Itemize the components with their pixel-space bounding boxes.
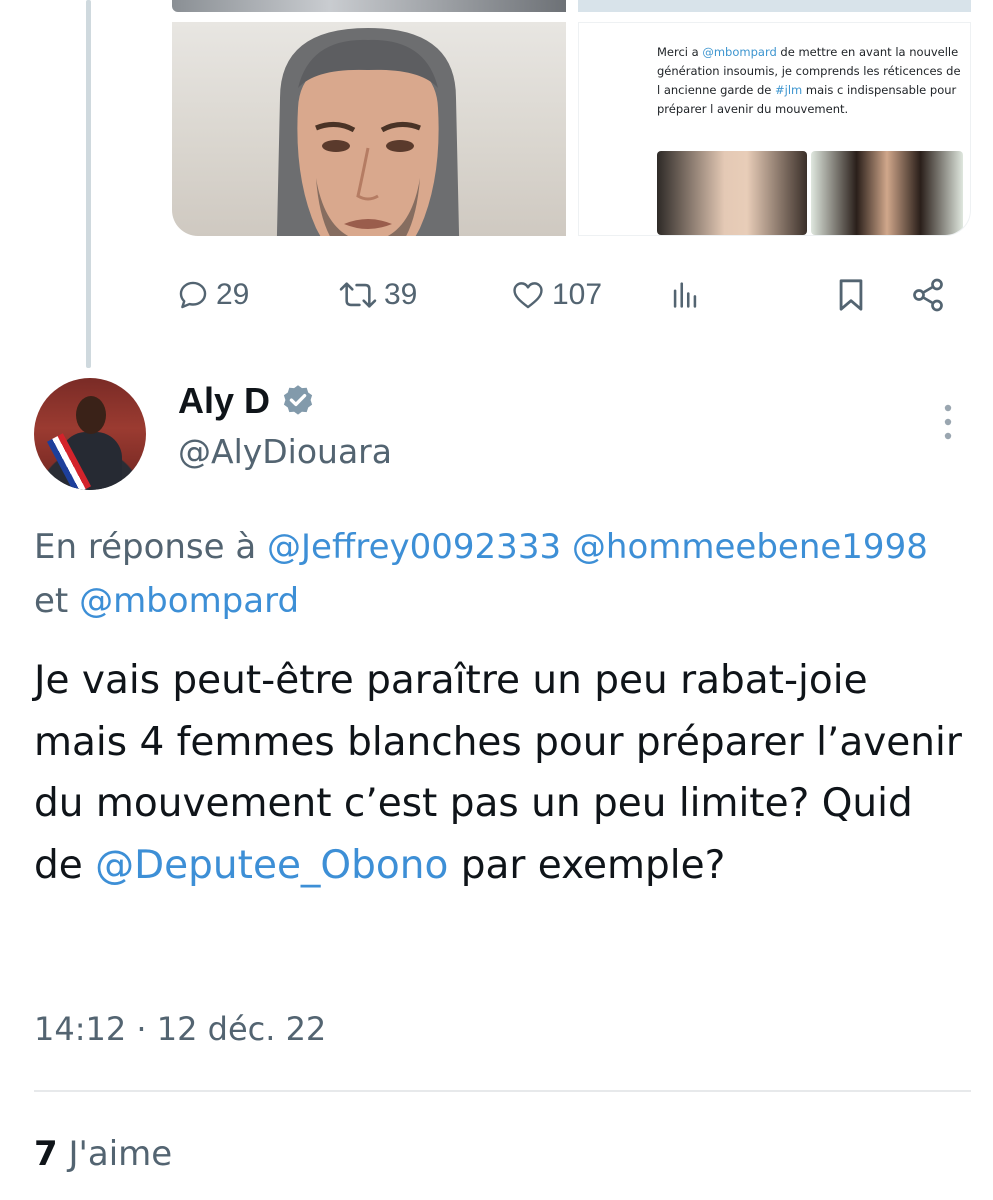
media-image-portrait[interactable]	[172, 22, 566, 236]
screenshot-photo-2	[811, 151, 963, 235]
share-button[interactable]	[910, 270, 946, 320]
divider	[34, 1090, 971, 1092]
tweet-mention-obono[interactable]: @Deputee_Obono	[95, 843, 448, 888]
reply-connector: et	[34, 581, 80, 621]
share-icon	[913, 278, 943, 312]
tweet-text-tail: par exemple?	[448, 842, 726, 888]
reply-mention-hommeebene[interactable]: @hommeebene1998	[572, 527, 928, 567]
retweet-button[interactable]: 39	[338, 270, 417, 320]
reply-prefix: En réponse à	[34, 527, 268, 567]
verified-badge-icon	[283, 385, 313, 415]
avatar-head	[76, 396, 106, 434]
media-image-top-left[interactable]	[172, 0, 566, 12]
like-icon	[513, 282, 543, 309]
media-image-screenshot[interactable]: Merci a @mbompard de mettre en avant la …	[578, 22, 971, 236]
parent-tweet-media-grid[interactable]: Merci a @mbompard de mettre en avant la …	[172, 0, 971, 244]
bookmark-button[interactable]	[834, 270, 868, 320]
likes-summary[interactable]: 7 J'aime	[34, 1134, 172, 1174]
thread-connector-line	[86, 0, 91, 368]
bookmark-icon	[839, 279, 863, 311]
views-icon	[673, 282, 697, 308]
author-handle[interactable]: @AlyDiouara	[178, 432, 392, 471]
screenshot-photo-1	[657, 151, 807, 235]
like-button[interactable]: 107	[510, 270, 602, 320]
media-image-top-right[interactable]	[578, 0, 971, 12]
author-name-row: Aly D	[178, 380, 316, 422]
reply-button[interactable]: 29	[176, 270, 249, 320]
tweet-text: Je vais peut-être paraître un peu rabat-…	[34, 650, 964, 896]
likes-label: J'aime	[57, 1134, 173, 1174]
reply-mention-jeffrey[interactable]: @Jeffrey0092333	[267, 527, 561, 567]
like-count: 107	[552, 278, 603, 311]
parent-tweet-action-bar: 29 39 107	[172, 270, 952, 320]
screenshot-tweet-text: Merci a @mbompard de mettre en avant la …	[657, 45, 961, 116]
retweet-icon	[339, 282, 377, 308]
retweet-count: 39	[384, 278, 418, 311]
likes-count: 7	[34, 1134, 58, 1174]
reply-icon	[179, 281, 207, 309]
reply-mention-mbompard[interactable]: @mbompard	[79, 581, 299, 621]
reply-count: 29	[216, 278, 250, 311]
avatar[interactable]	[34, 378, 146, 490]
portrait-photo	[276, 28, 460, 236]
display-name[interactable]: Aly D	[178, 380, 270, 422]
more-options-icon[interactable]	[936, 402, 960, 442]
tweet-timestamp[interactable]: 14:12 · 12 déc. 22	[34, 1010, 326, 1048]
views-button[interactable]	[666, 270, 704, 320]
reply-context: En réponse à @Jeffrey0092333 @hommeebene…	[34, 520, 954, 628]
